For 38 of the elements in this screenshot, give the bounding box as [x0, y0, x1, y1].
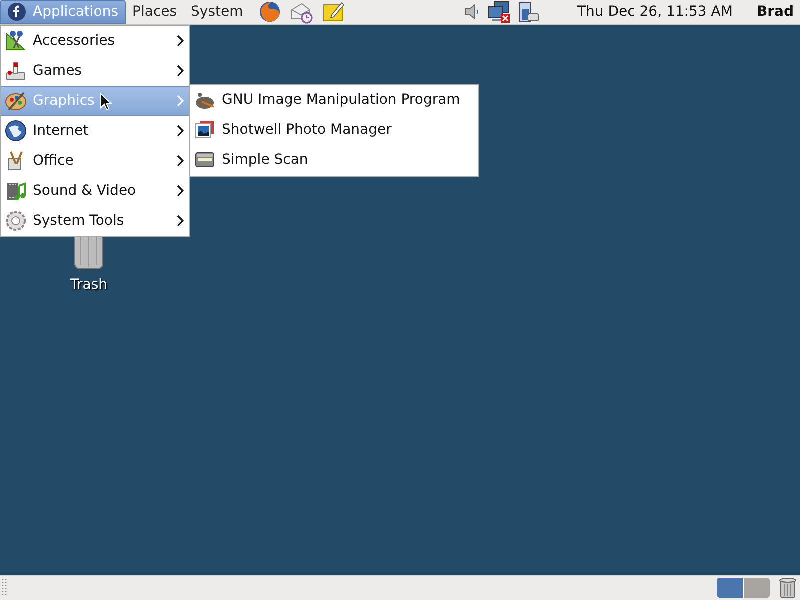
chevron-right-icon: [175, 64, 185, 78]
fedora-logo-icon[interactable]: [7, 2, 27, 22]
clock-text[interactable]: Thu Dec 26, 11:53 AM: [577, 4, 733, 20]
film-note-icon: [5, 180, 27, 202]
menu-item[interactable]: Games: [1, 56, 189, 86]
user-name[interactable]: Brad: [756, 4, 794, 20]
mouse-pointer-icon: [100, 93, 112, 111]
chevron-right-icon: [175, 214, 185, 228]
menu-item[interactable]: GNU Image Manipulation Program: [190, 85, 478, 115]
gear-icon: [5, 210, 27, 232]
menu-item[interactable]: Simple Scan: [190, 145, 478, 175]
menu-item[interactable]: Internet: [1, 116, 189, 146]
chevron-right-icon: [175, 154, 185, 168]
trash-icon[interactable]: [778, 577, 798, 599]
joystick-icon: [5, 60, 27, 82]
menu-item[interactable]: System Tools: [1, 206, 189, 236]
chevron-right-icon: [175, 34, 185, 48]
network-disconnected-icon[interactable]: [487, 1, 512, 23]
ruler-compass-icon: [5, 30, 27, 52]
menu-item[interactable]: Accessories: [1, 26, 189, 56]
photos-icon: [194, 119, 216, 141]
chevron-right-icon: [175, 184, 185, 198]
battery-plug-icon[interactable]: [517, 1, 542, 23]
palette-icon: [5, 90, 27, 112]
globe-icon: [5, 120, 27, 142]
menu-item[interactable]: Office: [1, 146, 189, 176]
chevron-right-icon: [175, 124, 185, 138]
panel-handle-icon[interactable]: [2, 578, 8, 598]
notepad-icon[interactable]: [322, 0, 346, 24]
panel-menu[interactable]: System: [184, 0, 250, 24]
menu-item[interactable]: Shotwell Photo Manager: [190, 115, 478, 145]
globe-launcher-icon[interactable]: [258, 0, 282, 24]
panel-menu[interactable]: Places: [126, 0, 184, 24]
desktop-icon-label[interactable]: Trash: [70, 277, 108, 293]
speaker-icon[interactable]: [463, 2, 482, 22]
chevron-right-icon: [175, 94, 185, 108]
menu-item[interactable]: Sound & Video: [1, 176, 189, 206]
workspace[interactable]: [717, 578, 744, 598]
